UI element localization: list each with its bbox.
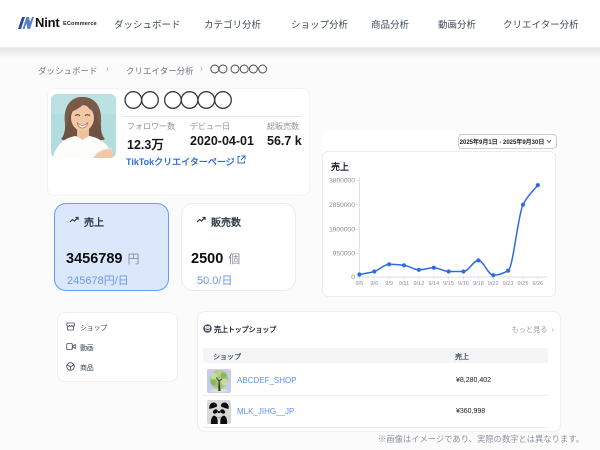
svg-text:950000: 950000 <box>333 251 356 258</box>
svg-text:9/15: 9/15 <box>443 281 454 287</box>
svg-text:9/6: 9/6 <box>370 281 378 287</box>
svg-text:9/9: 9/9 <box>385 281 393 287</box>
svg-text:9/11: 9/11 <box>399 281 409 287</box>
svg-text:9/23: 9/23 <box>503 281 514 287</box>
svg-text:9/12: 9/12 <box>413 281 424 287</box>
svg-text:9/5: 9/5 <box>356 281 364 287</box>
svg-text:2850000: 2850000 <box>329 202 355 209</box>
svg-text:9/16: 9/16 <box>458 281 469 287</box>
svg-text:9/14: 9/14 <box>428 281 439 287</box>
svg-text:9/18: 9/18 <box>473 281 484 287</box>
svg-text:9/22: 9/22 <box>488 281 499 287</box>
svg-text:1900000: 1900000 <box>329 226 355 233</box>
svg-text:3800000: 3800000 <box>329 178 355 185</box>
svg-text:9/25: 9/25 <box>518 281 529 287</box>
svg-text:9/26: 9/26 <box>532 281 543 287</box>
